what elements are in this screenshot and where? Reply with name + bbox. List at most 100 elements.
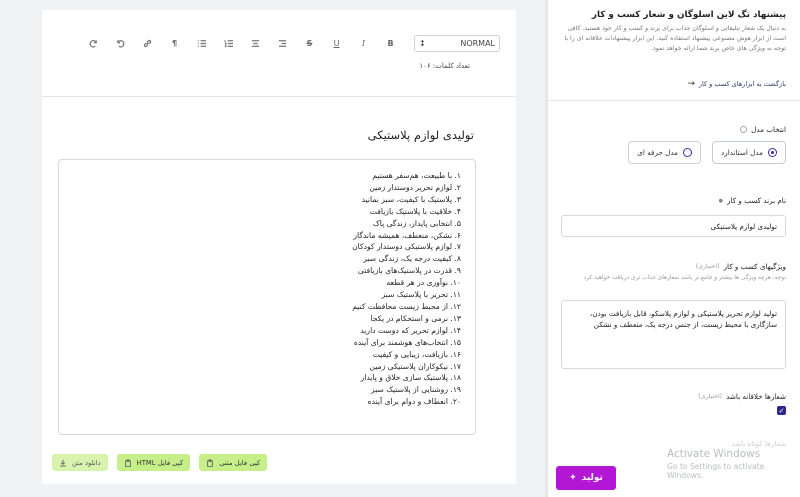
ordered-list-button[interactable]: [215, 33, 242, 53]
brand-label: نام برند کسب و کار ●: [719, 196, 786, 205]
copy-html-button[interactable]: کپی فایل HTML: [116, 454, 191, 471]
editor-content[interactable]: ۱. با طبیعت، هم‌سفر هستیم ۲. لوازم تحریر …: [58, 159, 476, 435]
bullet-list-icon: [197, 39, 206, 47]
slogan-item: ۴. خلاقیت با پلاستیک بازیافت: [369, 206, 461, 216]
italic-icon: I: [361, 38, 366, 48]
align-center-icon: [251, 39, 260, 47]
chevron-updown-icon: ↕: [419, 38, 426, 48]
back-to-tools-link[interactable]: بازگشت به ابزارهای کسب و کار →: [687, 79, 786, 89]
features-value: تولید لوازم تحریر پلاستیکی و لوازم پلاسک…: [590, 309, 777, 329]
required-dot-icon: ●: [718, 197, 724, 204]
align-right-icon: [278, 39, 287, 47]
undo-icon: [117, 39, 125, 47]
slogan-item: ۱۱. تحریر با پلاستیک سبز: [381, 290, 461, 300]
windows-activation-watermark: Activate Windows Go to Settings to activ…: [667, 448, 800, 480]
features-label: ویژگیهای کسب و کار (اختیاری): [696, 262, 786, 271]
slogan-item: ۳. پلاستیک با کیفیت، سبز بمانید: [361, 194, 461, 204]
pro-model-option[interactable]: مدل حرفه ای: [628, 141, 702, 164]
editor-divider: [42, 96, 516, 97]
underline-icon: U: [333, 38, 340, 48]
brand-label-text: نام برند کسب و کار: [727, 196, 786, 205]
tool-sidebar: پیشنهاد تگ لاین اسلوگان و شعار کسب و کار…: [547, 0, 800, 497]
bold-button[interactable]: B: [377, 33, 404, 53]
download-text-label: دانلود متن: [72, 458, 101, 467]
creative-checkbox[interactable]: ✓: [777, 406, 786, 415]
editor-panel: NORMAL ↕ B I U S ¶ تعداد کلمات: ۱۰۶ تولی…: [42, 10, 516, 484]
bold-icon: B: [387, 38, 394, 48]
features-textarea[interactable]: تولید لوازم تحریر پلاستیکی و لوازم پلاسک…: [561, 300, 786, 369]
arrow-right-icon: →: [687, 79, 695, 89]
copy-text-label: کپی فایل متنی: [219, 458, 261, 467]
sparkle-icon: ✦: [569, 473, 577, 483]
tool-description: به دنبال یک شعار تبلیغاتی و اسلوگان جذاب…: [564, 25, 786, 52]
strike-icon: S: [306, 38, 313, 48]
ordered-list-icon: [224, 39, 233, 47]
pro-model-label: مدل حرفه ای: [637, 148, 679, 157]
circle-icon: [740, 126, 748, 133]
features-hint: توجه: هرچه ویژگی ها بیشتر و جامع تر باشد…: [583, 275, 786, 281]
format-select-value: NORMAL: [460, 38, 495, 48]
strike-button[interactable]: S: [296, 33, 323, 53]
clipboard-icon: [207, 458, 214, 467]
radio-selected-icon: [768, 148, 777, 157]
editor-toolbar: NORMAL ↕ B I U S ¶: [60, 24, 500, 62]
generate-label: تولید: [581, 473, 603, 483]
slogan-item: ۱۶. بازیافت، زیبایی و کیفیت: [372, 349, 461, 359]
document-title: تولیدی لوازم پلاستیکی: [367, 128, 474, 142]
standard-model-option[interactable]: مدل استاندارد: [712, 141, 786, 164]
download-icon: [60, 459, 66, 467]
format-select[interactable]: NORMAL ↕: [414, 34, 500, 52]
checkmark-icon: ✓: [778, 406, 785, 415]
slogan-item: ۵. انتخابی پایدار، زندگی پاک: [372, 218, 461, 228]
brand-name-value: تولیدی لوازم پلاستیکی: [710, 221, 777, 231]
watermark-title: Activate Windows: [667, 448, 761, 460]
align-center-button[interactable]: [242, 33, 269, 53]
slogan-item: ۱۴. لوازم تحریر که دوست دارید: [360, 325, 461, 335]
copy-html-label: کپی فایل HTML: [136, 458, 184, 467]
slogan-item: ۱۰. نوآوری در هر قطعه: [386, 278, 461, 288]
undo-button[interactable]: [107, 33, 134, 53]
slogan-item: ۱۵. انتخاب‌های هوشمند برای آینده: [353, 337, 461, 347]
copy-text-button[interactable]: کپی فایل متنی: [199, 454, 268, 471]
slogan-item: ۲۰. انعطاف و دوام برای آینده: [367, 397, 461, 407]
sidebar-form: انتخاب مدل مدل استاندارد مدل حرفه ای نام…: [548, 101, 800, 497]
slogan-item: ۸. کیفیت درجه یک، زندگی سبز: [363, 254, 461, 264]
slogan-item: ۱۲. از محیط زیست محافظت کنیم: [352, 301, 461, 311]
model-label: انتخاب مدل: [740, 125, 786, 134]
redo-button[interactable]: [80, 33, 107, 53]
radio-empty-icon: [683, 148, 693, 157]
slogan-item: ۹. قدرت در پلاستیک‌های بازیافتی: [357, 266, 461, 276]
underline-button[interactable]: U: [323, 33, 350, 53]
creative-label: شعارها خلاقانه باشد (اختیاری): [698, 392, 786, 401]
align-right-button[interactable]: [269, 33, 296, 53]
slogan-item: ۱. با طبیعت، هم‌سفر هستیم: [372, 171, 461, 180]
slogan-item: ۲. لوازم تحریر دوستدار زمین: [369, 182, 461, 192]
slogan-list: ۱. با طبیعت، هم‌سفر هستیم ۲. لوازم تحریر …: [59, 170, 465, 408]
bullet-list-button[interactable]: [188, 33, 215, 53]
slogan-item: ۷. لوازم پلاستیکی دوستدار کودکان: [352, 242, 461, 252]
link-icon: [143, 39, 152, 47]
features-optional: (اختیاری): [695, 263, 720, 270]
creative-optional: (اختیاری): [698, 393, 723, 400]
tool-title: پیشنهاد تگ لاین اسلوگان و شعار کسب و کار: [591, 10, 786, 20]
rtl-button[interactable]: ¶: [161, 33, 188, 53]
slogan-item: ۱۹. روشنایی از پلاستیک سبز: [371, 385, 461, 395]
standard-model-label: مدل استاندارد: [721, 148, 763, 157]
creative-label-text: شعارها خلاقانه باشد: [726, 392, 786, 401]
brand-name-input[interactable]: تولیدی لوازم پلاستیکی: [561, 215, 786, 237]
action-buttons: دانلود متن کپی فایل HTML کپی فایل متنی: [52, 454, 268, 471]
download-text-button[interactable]: دانلود متن: [52, 454, 108, 471]
paragraph-icon: ¶: [171, 38, 178, 48]
slogan-item: ۶. نشکن، منعطف، همیشه ماندگار: [353, 230, 461, 240]
model-label-text: انتخاب مدل: [751, 125, 786, 134]
back-link-label: بازگشت به ابزارهای کسب و کار: [698, 80, 786, 88]
short-slogans-label: شعارها کوتاه باشد: [731, 439, 786, 448]
generate-button[interactable]: تولید ✦: [556, 466, 616, 490]
word-count: تعداد کلمات: ۱۰۶: [419, 62, 470, 70]
redo-icon: [89, 39, 97, 47]
link-button[interactable]: [134, 33, 161, 53]
slogan-item: ۱۳. نرمی و استحکام در یکجا: [370, 313, 461, 323]
watermark-subtitle: Go to Settings to activate Windows.: [667, 462, 765, 480]
italic-button[interactable]: I: [350, 33, 377, 53]
slogan-item: ۱۸. پلاستیک سازی خلاق و پایدار: [360, 373, 461, 383]
